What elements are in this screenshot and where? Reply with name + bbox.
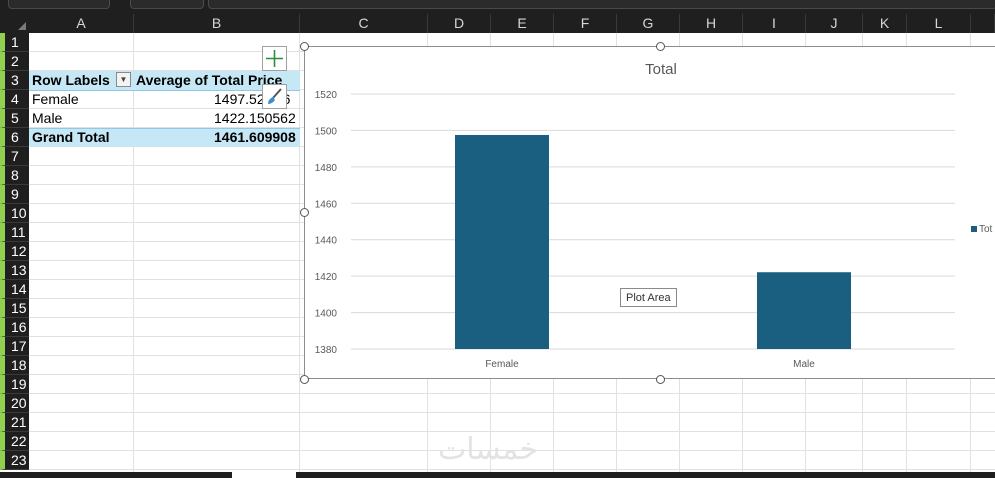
- y-tick-label: 1460: [315, 199, 338, 210]
- row-header[interactable]: 11: [0, 223, 29, 242]
- row-header[interactable]: 4: [0, 90, 29, 109]
- row-header[interactable]: 2: [0, 52, 29, 71]
- y-tick-label: 1400: [315, 309, 338, 320]
- x-tick-label: Male: [793, 359, 815, 370]
- sheet-tab-active[interactable]: [232, 472, 296, 478]
- row-header[interactable]: 18: [0, 356, 29, 375]
- sheet-tab-bar: [0, 472, 995, 478]
- row-header[interactable]: 13: [0, 261, 29, 280]
- column-header-j[interactable]: J: [806, 14, 863, 33]
- resize-handle-top-left[interactable]: [300, 42, 309, 51]
- pivot-value-header[interactable]: Average of Total Price: [136, 71, 282, 90]
- row-header[interactable]: 14: [0, 280, 29, 299]
- pivot-row-label[interactable]: Female: [32, 90, 79, 109]
- column-header-k[interactable]: K: [863, 14, 907, 33]
- legend-swatch: [971, 226, 977, 232]
- resize-handle-bottom-left[interactable]: [300, 375, 309, 384]
- column-header-f[interactable]: F: [554, 14, 617, 33]
- x-tick-label: Female: [485, 359, 519, 370]
- y-tick-label: 1440: [315, 236, 338, 247]
- pivot-grand-total-value[interactable]: 1461.609908: [214, 128, 296, 147]
- row-header[interactable]: 3: [0, 71, 29, 90]
- name-box[interactable]: [8, 0, 110, 9]
- row-header[interactable]: 23: [0, 451, 29, 470]
- y-tick-label: 1500: [315, 126, 338, 137]
- row-header[interactable]: 19: [0, 375, 29, 394]
- chart-elements-button[interactable]: [262, 46, 287, 71]
- gridline: [29, 412, 995, 413]
- paintbrush-icon: [268, 88, 282, 104]
- row-header[interactable]: 8: [0, 166, 29, 185]
- y-tick-label: 1480: [315, 163, 338, 174]
- column-header-a[interactable]: A: [29, 14, 134, 33]
- column-header-e[interactable]: E: [491, 14, 554, 33]
- bar-chart: Total 1380 1400 1420 1440 1460 1480 1500 1520 Fem…: [315, 61, 993, 370]
- y-tick-label: 1520: [315, 90, 338, 101]
- column-header-g[interactable]: G: [617, 14, 680, 33]
- chart-styles-button[interactable]: [262, 84, 287, 109]
- row-header[interactable]: 9: [0, 185, 29, 204]
- formula-bar-buttons[interactable]: [130, 0, 204, 9]
- row-header[interactable]: 15: [0, 299, 29, 318]
- pivot-row-value[interactable]: 1422.150562: [214, 109, 296, 128]
- chart-container[interactable]: Total 1380 1400 1420 1440 1460 1480 1500 1520 Fem…: [304, 46, 995, 379]
- gridline: [29, 393, 995, 394]
- plot-area-tooltip: Plot Area: [620, 288, 677, 307]
- row-header[interactable]: 16: [0, 318, 29, 337]
- legend-label: Tot: [979, 224, 993, 235]
- chart-title: Total: [645, 61, 677, 78]
- pivot-row-value-text: 1497.52: [214, 91, 265, 107]
- gridline: [29, 469, 995, 470]
- resize-handle-bottom-middle[interactable]: [656, 375, 665, 384]
- column-header-m[interactable]: [971, 14, 995, 33]
- row-header[interactable]: 22: [0, 432, 29, 451]
- plus-icon: [266, 50, 283, 67]
- column-header-i[interactable]: I: [743, 14, 806, 33]
- column-header-d[interactable]: D: [428, 14, 491, 33]
- toolbar-strip: [0, 0, 995, 14]
- watermark-logo: خمسات: [438, 432, 539, 467]
- y-tick-label: 1380: [315, 345, 338, 356]
- formula-bar[interactable]: [208, 0, 995, 9]
- resize-handle-middle-left[interactable]: [300, 208, 309, 217]
- pivot-grand-total-label[interactable]: Grand Total: [32, 128, 110, 147]
- column-header-c[interactable]: C: [300, 14, 428, 33]
- bar-female: [455, 134, 549, 349]
- row-header[interactable]: 1: [0, 33, 29, 52]
- column-header-b[interactable]: B: [134, 14, 300, 33]
- row-header[interactable]: 7: [0, 147, 29, 166]
- column-header-h[interactable]: H: [680, 14, 743, 33]
- row-header[interactable]: 10: [0, 204, 29, 223]
- row-header[interactable]: 20: [0, 394, 29, 413]
- pivot-row-label[interactable]: Male: [32, 109, 62, 128]
- resize-handle-top-middle[interactable]: [656, 42, 665, 51]
- row-header[interactable]: 12: [0, 242, 29, 261]
- row-header[interactable]: 6: [0, 128, 29, 147]
- bar-male: [757, 272, 851, 349]
- filter-dropdown-button[interactable]: ▼: [116, 72, 131, 87]
- select-all-corner[interactable]: [0, 14, 29, 33]
- y-tick-label: 1420: [315, 272, 338, 283]
- row-header[interactable]: 5: [0, 109, 29, 128]
- row-header[interactable]: 17: [0, 337, 29, 356]
- column-header-l[interactable]: L: [907, 14, 971, 33]
- pivot-row-labels-header[interactable]: Row Labels: [32, 71, 110, 90]
- row-header[interactable]: 21: [0, 413, 29, 432]
